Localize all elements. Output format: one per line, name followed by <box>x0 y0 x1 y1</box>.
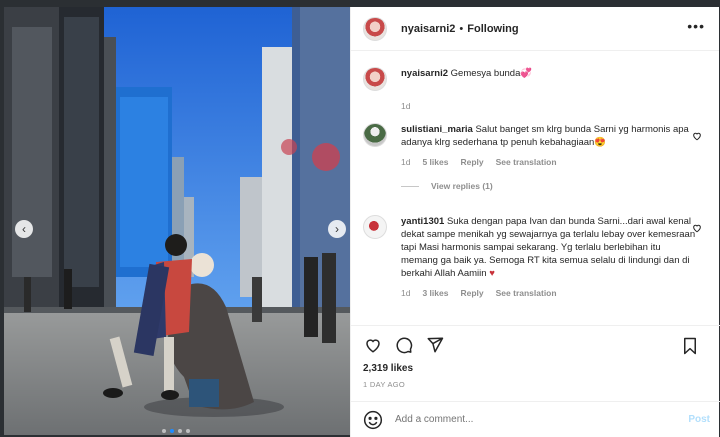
view-replies-label[interactable]: View replies (1) <box>431 181 493 191</box>
caption-meta: 1d <box>401 101 708 111</box>
street-photo-illustration <box>4 7 350 435</box>
comment-item: yanti1301 Suka dengan papa Ivan dan bund… <box>363 215 708 298</box>
view-replies[interactable]: View replies (1) <box>401 181 708 191</box>
add-comment-input[interactable] <box>395 414 655 425</box>
comment-meta: 1d 5 likes Reply See translation <box>401 157 708 167</box>
comment-text: sulistiani_maria Salut banget sm klrg bu… <box>401 123 691 149</box>
comment-translation-button[interactable]: See translation <box>496 288 557 298</box>
heart-icon[interactable] <box>362 334 384 356</box>
carousel-next-button[interactable]: › <box>328 220 346 238</box>
comment-emoji: 😍 <box>594 137 607 148</box>
comment-like-heart-icon[interactable] <box>692 131 702 144</box>
bookmark-icon[interactable] <box>679 335 701 357</box>
ellipsis-icon[interactable]: ••• <box>687 18 705 34</box>
carousel-dot <box>186 429 190 433</box>
likes-count[interactable]: 2,319 likes <box>363 363 413 374</box>
comment-text: yanti1301 Suka dengan papa Ivan dan bund… <box>401 215 699 280</box>
comment-username[interactable]: yanti1301 <box>401 216 444 227</box>
separator-bullet: • <box>459 22 464 35</box>
carousel-prev-button[interactable]: ‹ <box>15 220 33 238</box>
comment-likes[interactable]: 5 likes <box>422 157 448 167</box>
carousel-dot <box>170 429 174 433</box>
following-button[interactable]: Following <box>467 23 518 35</box>
post-header: nyaisarni2 • Following ••• <box>351 7 719 51</box>
comment-icon[interactable] <box>393 334 415 356</box>
carousel-dots <box>162 429 190 433</box>
post-action-bar <box>351 325 720 363</box>
comment-emoji: ♥ <box>489 268 495 279</box>
app-frame: ‹ › nyaisarni2 • Following ••• nyaisarni… <box>0 0 720 437</box>
caption-age: 1d <box>401 101 411 111</box>
comment-body: Suka dengan papa Ivan dan bunda Sarni...… <box>401 216 696 279</box>
post-details-panel: nyaisarni2 • Following ••• nyaisarni2 Ge… <box>350 7 720 437</box>
comment-reply-button[interactable]: Reply <box>460 288 483 298</box>
commenter-avatar[interactable] <box>363 215 387 239</box>
commenter-avatar[interactable] <box>363 123 387 147</box>
caption-text: nyaisarni2 Gemesya bunda💞 <box>401 67 532 80</box>
comment-translation-button[interactable]: See translation <box>496 157 557 167</box>
smiley-icon[interactable] <box>363 410 383 430</box>
paper-plane-icon[interactable] <box>424 334 446 356</box>
caption-body: Gemesya bunda <box>450 68 521 79</box>
comment-item: sulistiani_maria Salut banget sm klrg bu… <box>363 123 708 191</box>
add-comment-bar: Post <box>351 401 720 437</box>
author-avatar[interactable] <box>363 16 387 41</box>
carousel-dot <box>178 429 182 433</box>
caption-username[interactable]: nyaisarni2 <box>401 68 448 79</box>
post-timestamp: 1 DAY AGO <box>363 380 406 389</box>
comment-age: 1d <box>401 288 411 298</box>
replies-divider <box>401 185 419 187</box>
carousel-dot <box>162 429 166 433</box>
post-caption: nyaisarni2 Gemesya bunda💞 1d <box>363 67 708 111</box>
comment-like-heart-icon[interactable] <box>692 223 702 236</box>
comment-age: 1d <box>401 157 411 167</box>
comment-reply-button[interactable]: Reply <box>460 157 483 167</box>
author-username[interactable]: nyaisarni2 <box>401 23 455 35</box>
comment-likes[interactable]: 3 likes <box>422 288 448 298</box>
comment-meta: 1d 3 likes Reply See translation <box>401 288 708 298</box>
comment-username[interactable]: sulistiani_maria <box>401 124 473 135</box>
post-photo[interactable]: ‹ › <box>4 7 350 435</box>
caption-emoji: 💞 <box>520 68 533 79</box>
post-comment-button[interactable]: Post <box>688 414 710 425</box>
caption-avatar[interactable] <box>363 67 387 91</box>
